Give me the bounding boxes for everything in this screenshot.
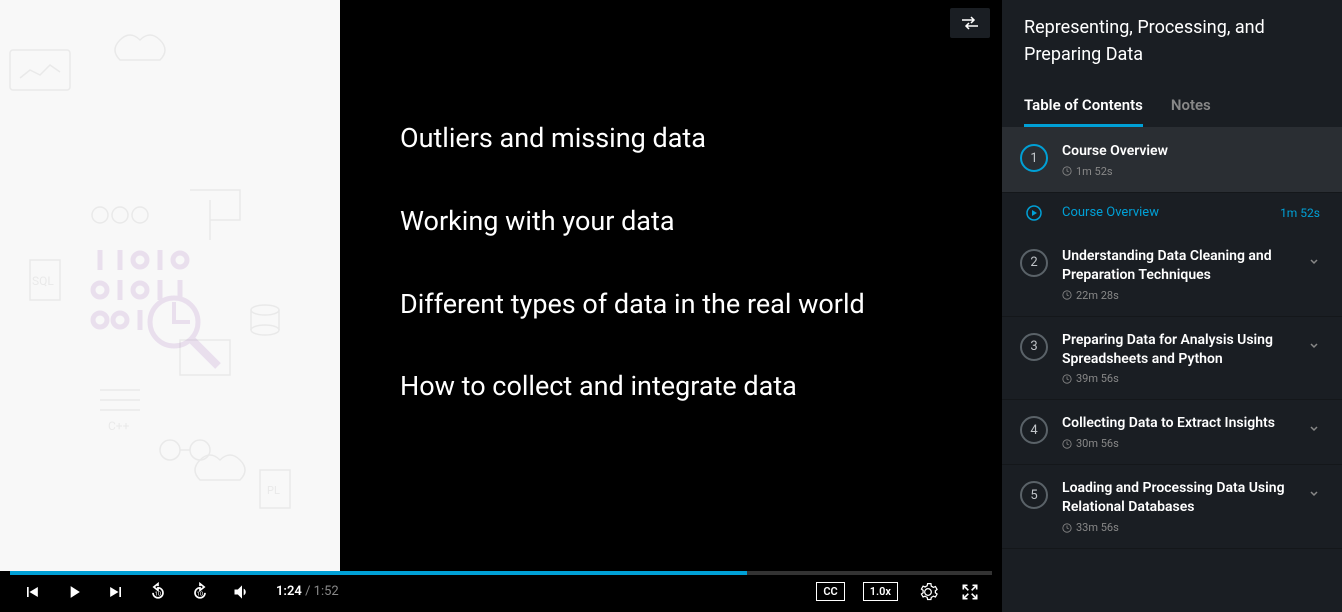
progress-fill [10, 571, 747, 575]
module-title: Preparing Data for Analysis Using Spread… [1062, 331, 1294, 369]
slide-line: Outliers and missing data [400, 120, 942, 158]
module-item[interactable]: 3 Preparing Data for Analysis Using Spre… [1002, 317, 1342, 401]
sidebar: Representing, Processing, and Preparing … [1002, 0, 1342, 612]
progress-bar[interactable] [10, 571, 992, 575]
time-separator: / [305, 584, 314, 599]
video-player-area: SQL C++ PL [0, 0, 1002, 612]
module-title: Loading and Processing Data Using Relati… [1062, 479, 1294, 517]
module-title: Collecting Data to Extract Insights [1062, 414, 1294, 433]
sidebar-tabs: Table of Contents Notes [1002, 86, 1342, 128]
slide-line: Different types of data in the real worl… [400, 286, 942, 324]
module-title: Understanding Data Cleaning and Preparat… [1062, 247, 1294, 285]
playing-icon [1020, 205, 1048, 221]
lesson-duration: 1m 52s [1280, 206, 1320, 220]
module-item[interactable]: 2 Understanding Data Cleaning and Prepar… [1002, 233, 1342, 317]
module-number: 5 [1020, 481, 1048, 509]
total-time: 1:52 [314, 584, 339, 599]
svg-text:10: 10 [155, 591, 162, 597]
clock-icon [1062, 523, 1072, 533]
current-time: 1:24 [276, 584, 302, 599]
clock-icon [1062, 374, 1072, 384]
forward-10-button[interactable]: 10 [188, 580, 212, 604]
player-controls: 10 10 1:24 / 1:52 CC 1.0x [0, 571, 1002, 612]
collapse-sidebar-button[interactable] [950, 8, 990, 38]
play-button[interactable] [62, 580, 86, 604]
svg-text:C++: C++ [108, 419, 130, 433]
clock-icon [1062, 290, 1072, 300]
slide-line: Working with your data [400, 203, 942, 241]
module-duration: 33m 56s [1076, 521, 1119, 534]
playback-speed-button[interactable]: 1.0x [863, 582, 898, 601]
module-item[interactable]: 5 Loading and Processing Data Using Rela… [1002, 465, 1342, 549]
module-number: 1 [1020, 144, 1048, 172]
fullscreen-button[interactable] [958, 580, 982, 604]
module-number: 4 [1020, 416, 1048, 444]
volume-button[interactable] [230, 580, 254, 604]
clock-icon [1062, 439, 1072, 449]
closed-captions-button[interactable]: CC [816, 582, 844, 601]
chevron-down-icon [1308, 420, 1320, 439]
module-duration: 1m 52s [1076, 165, 1113, 178]
svg-text:SQL: SQL [32, 274, 54, 288]
tab-table-of-contents[interactable]: Table of Contents [1024, 86, 1143, 127]
module-title: Course Overview [1062, 142, 1320, 161]
time-display: 1:24 / 1:52 [276, 584, 339, 599]
chevron-down-icon [1308, 253, 1320, 272]
previous-button[interactable] [20, 580, 44, 604]
course-title: Representing, Processing, and Preparing … [1002, 0, 1342, 86]
svg-text:PL: PL [267, 484, 280, 497]
module-duration: 30m 56s [1076, 437, 1119, 450]
lesson-name: Course Overview [1062, 205, 1266, 220]
chevron-down-icon [1308, 337, 1320, 356]
module-item[interactable]: 1 Course Overview 1m 52s [1002, 128, 1342, 193]
module-duration: 39m 56s [1076, 372, 1119, 385]
clock-icon [1062, 166, 1072, 176]
lesson-item[interactable]: Course Overview 1m 52s [1002, 193, 1342, 233]
slide-data-icon [90, 240, 240, 384]
rewind-10-button[interactable]: 10 [146, 580, 170, 604]
settings-button[interactable] [916, 580, 940, 604]
next-button[interactable] [104, 580, 128, 604]
module-duration: 22m 28s [1076, 289, 1119, 302]
svg-text:10: 10 [197, 591, 204, 597]
slide-line: How to collect and integrate data [400, 368, 942, 406]
module-number: 2 [1020, 249, 1048, 277]
tab-notes[interactable]: Notes [1171, 86, 1211, 127]
chevron-down-icon [1308, 485, 1320, 504]
slide-content: Outliers and missing data Working with y… [340, 0, 1002, 571]
module-number: 3 [1020, 333, 1048, 361]
module-item[interactable]: 4 Collecting Data to Extract Insights 30… [1002, 400, 1342, 465]
table-of-contents: 1 Course Overview 1m 52s Course Overview… [1002, 128, 1342, 612]
slide-background-pattern: SQL C++ PL [0, 0, 340, 571]
